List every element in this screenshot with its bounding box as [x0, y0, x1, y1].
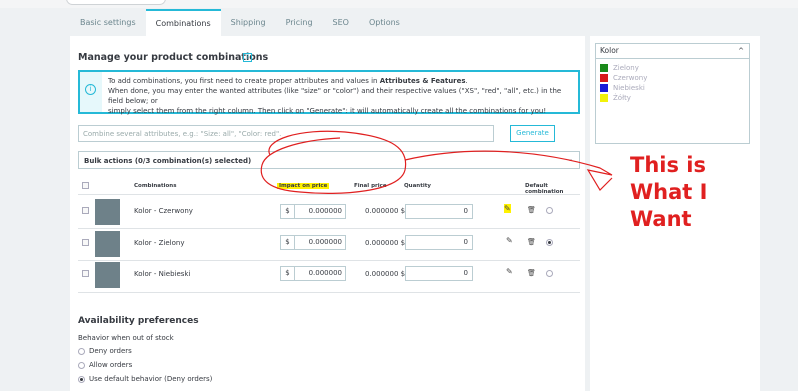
circle-scribble: [260, 130, 407, 194]
annotation-line: What I: [630, 180, 708, 204]
annotation-line: Want: [630, 207, 692, 231]
annotation-line: This is: [630, 153, 706, 177]
arrow-scribble: [404, 150, 613, 191]
annotation-text: This is What I Want: [630, 152, 790, 233]
